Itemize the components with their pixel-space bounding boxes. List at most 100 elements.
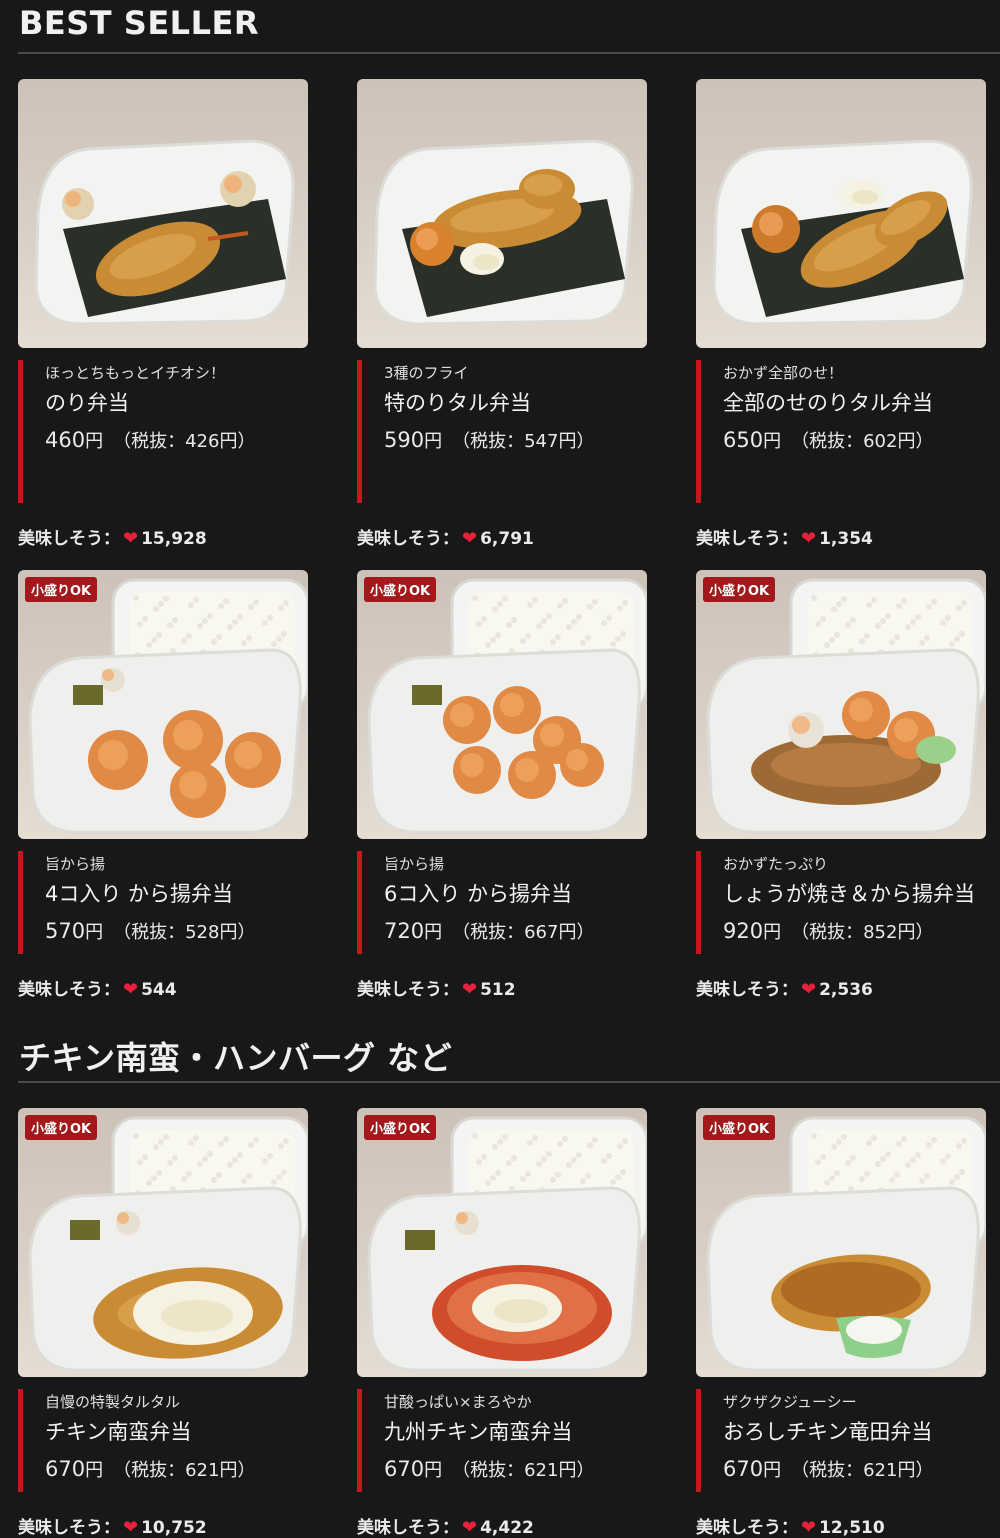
product-name-link[interactable]: しょうが焼き＆から揚弁当: [723, 879, 986, 909]
product-card[interactable]: ほっとちもっとイチオシ！ のり弁当 460円 （税抜：426円） 美味しそう： ❤ 1…: [18, 79, 308, 549]
bento-food-image: [34, 139, 295, 326]
product-price: 570円 （税抜：528円）: [45, 916, 308, 948]
tax-prefix: （税抜：: [791, 431, 864, 452]
small-portion-badge: 小盛りOK: [364, 1115, 437, 1140]
product-name-link[interactable]: 特のりタル弁当: [384, 388, 647, 418]
price-tax-excluded: （税抜：621円）: [452, 1460, 594, 1481]
likes-count: 12,510: [819, 1518, 885, 1538]
product-image[interactable]: [357, 79, 647, 348]
product-name-link[interactable]: 全部のせのりタル弁当: [723, 388, 986, 418]
product-name-link[interactable]: のり弁当: [45, 388, 308, 418]
product-image[interactable]: 小盛りOK: [357, 1108, 647, 1377]
likes-count: 544: [141, 980, 177, 1000]
product-image[interactable]: 小盛りOK: [696, 1108, 986, 1377]
product-catchphrase: ザクザクジューシー: [723, 1393, 857, 1411]
product-card[interactable]: 小盛りOK 旨から揚 4コ入り から揚弁当 570円 （税抜：528円） 美味しそ…: [18, 570, 308, 1000]
product-card[interactable]: おかず全部のせ！ 全部のせのりタル弁当 650円 （税抜：602円） 美味しそう：…: [696, 79, 986, 549]
tax-suffix: 円）: [558, 1460, 595, 1481]
product-image[interactable]: 小盛りOK: [18, 570, 308, 839]
heart-icon[interactable]: ❤: [462, 528, 477, 549]
likes-row: 美味しそう： ❤ 1,354: [696, 524, 873, 549]
product-image[interactable]: [696, 79, 986, 348]
product-card[interactable]: 3種のフライ 特のりタル弁当 590円 （税抜：547円） 美味しそう： ❤ 6,79…: [357, 79, 647, 549]
product-price: 670円 （税抜：621円）: [45, 1454, 308, 1486]
product-name-link[interactable]: チキン南蛮弁当: [45, 1417, 308, 1447]
likes-count: 1,354: [819, 529, 873, 549]
price-ex-value: 621: [524, 1460, 559, 1481]
small-portion-badge: 小盛りOK: [703, 1115, 776, 1140]
product-card[interactable]: 小盛りOK 旨から揚 6コ入り から揚弁当 720円 （税抜：667円） 美味しそ…: [357, 570, 647, 1000]
small-portion-badge: 小盛りOK: [703, 577, 776, 602]
product-catchphrase: 3種のフライ: [384, 364, 469, 382]
product-card[interactable]: 小盛りOK 甘酸っぱい×まろやか 九州チキン南蛮弁当 670円 （税抜：621円）…: [357, 1108, 647, 1538]
product-name-link[interactable]: 6コ入り から揚弁当: [384, 879, 647, 909]
yen-unit: 円: [85, 1460, 104, 1481]
price-tax-excluded: （税抜：667円）: [452, 922, 594, 943]
price-tax-excluded: （税抜：602円）: [791, 431, 933, 452]
product-card[interactable]: 小盛りOK おかずたっぷり しょうが焼き＆から揚弁当 920円 （税抜：852円）…: [696, 570, 986, 1000]
likes-label: 美味しそう：: [696, 1518, 798, 1538]
heart-icon[interactable]: ❤: [462, 979, 477, 1000]
yen-unit: 円: [424, 431, 443, 452]
product-card[interactable]: 小盛りOK 自慢の特製タルタル チキン南蛮弁当 670円 （税抜：621円） 美味…: [18, 1108, 308, 1538]
heart-icon[interactable]: ❤: [123, 528, 138, 549]
price-ex-value: 547: [524, 431, 559, 452]
likes-count: 512: [480, 980, 516, 1000]
price-value: 670: [384, 1457, 425, 1481]
section-title-best-seller: BEST SELLER: [19, 4, 259, 42]
product-price: 650円 （税抜：602円）: [723, 425, 986, 457]
tax-suffix: 円）: [897, 922, 934, 943]
product-price: 920円 （税抜：852円）: [723, 916, 986, 948]
product-image[interactable]: [18, 79, 308, 348]
product-info: 旨から揚 6コ入り から揚弁当 720円 （税抜：667円）: [357, 851, 647, 954]
yen-unit: 円: [763, 1460, 782, 1481]
likes-count: 6,791: [480, 529, 534, 549]
product-image[interactable]: 小盛りOK: [18, 1108, 308, 1377]
likes-label: 美味しそう：: [696, 980, 798, 1000]
product-name-link[interactable]: おろしチキン竜田弁当: [723, 1417, 986, 1447]
price-tax-excluded: （税抜：547円）: [452, 431, 594, 452]
product-image[interactable]: 小盛りOK: [696, 570, 986, 839]
price-value: 570: [45, 919, 86, 943]
bento-food-image: [367, 1116, 647, 1372]
product-card[interactable]: 小盛りOK ザクザクジューシー おろしチキン竜田弁当 670円 （税抜：621円）…: [696, 1108, 986, 1538]
section-title-chicken-nanban: チキン南蛮・ハンバーグ など: [19, 1039, 453, 1077]
yen-unit: 円: [763, 431, 782, 452]
product-info: おかずたっぷり しょうが焼き＆から揚弁当 920円 （税抜：852円）: [696, 851, 986, 954]
bento-food-image: [712, 139, 973, 326]
product-name-link[interactable]: 九州チキン南蛮弁当: [384, 1417, 647, 1447]
heart-icon[interactable]: ❤: [801, 979, 816, 1000]
product-info: おかず全部のせ！ 全部のせのりタル弁当 650円 （税抜：602円）: [696, 360, 986, 503]
product-catchphrase: 旨から揚: [45, 855, 106, 873]
price-tax-excluded: （税抜：528円）: [113, 922, 255, 943]
price-value: 720: [384, 919, 425, 943]
product-price: 670円 （税抜：621円）: [384, 1454, 647, 1486]
product-name-link[interactable]: 4コ入り から揚弁当: [45, 879, 308, 909]
price-value: 670: [45, 1457, 86, 1481]
price-ex-value: 621: [185, 1460, 220, 1481]
product-info: 自慢の特製タルタル チキン南蛮弁当 670円 （税抜：621円）: [18, 1389, 308, 1492]
price-ex-value: 426: [185, 431, 220, 452]
price-value: 650: [723, 428, 764, 452]
tax-suffix: 円）: [219, 1460, 256, 1481]
likes-label: 美味しそう：: [696, 529, 798, 549]
likes-row: 美味しそう： ❤ 544: [18, 975, 177, 1000]
heart-icon[interactable]: ❤: [123, 979, 138, 1000]
heart-icon[interactable]: ❤: [801, 528, 816, 549]
product-image[interactable]: 小盛りOK: [357, 570, 647, 839]
likes-label: 美味しそう：: [357, 529, 459, 549]
tax-suffix: 円）: [219, 431, 256, 452]
tax-suffix: 円）: [897, 1460, 934, 1481]
likes-row: 美味しそう： ❤ 4,422: [357, 1513, 534, 1538]
price-value: 590: [384, 428, 425, 452]
price-ex-value: 852: [863, 922, 898, 943]
tax-prefix: （税抜：: [113, 1460, 186, 1481]
bento-food-image: [367, 578, 647, 834]
likes-row: 美味しそう： ❤ 2,536: [696, 975, 873, 1000]
tax-prefix: （税抜：: [113, 922, 186, 943]
small-portion-badge: 小盛りOK: [364, 577, 437, 602]
product-price: 590円 （税抜：547円）: [384, 425, 647, 457]
product-price: 720円 （税抜：667円）: [384, 916, 647, 948]
likes-count: 4,422: [480, 1518, 534, 1538]
tax-prefix: （税抜：: [113, 431, 186, 452]
